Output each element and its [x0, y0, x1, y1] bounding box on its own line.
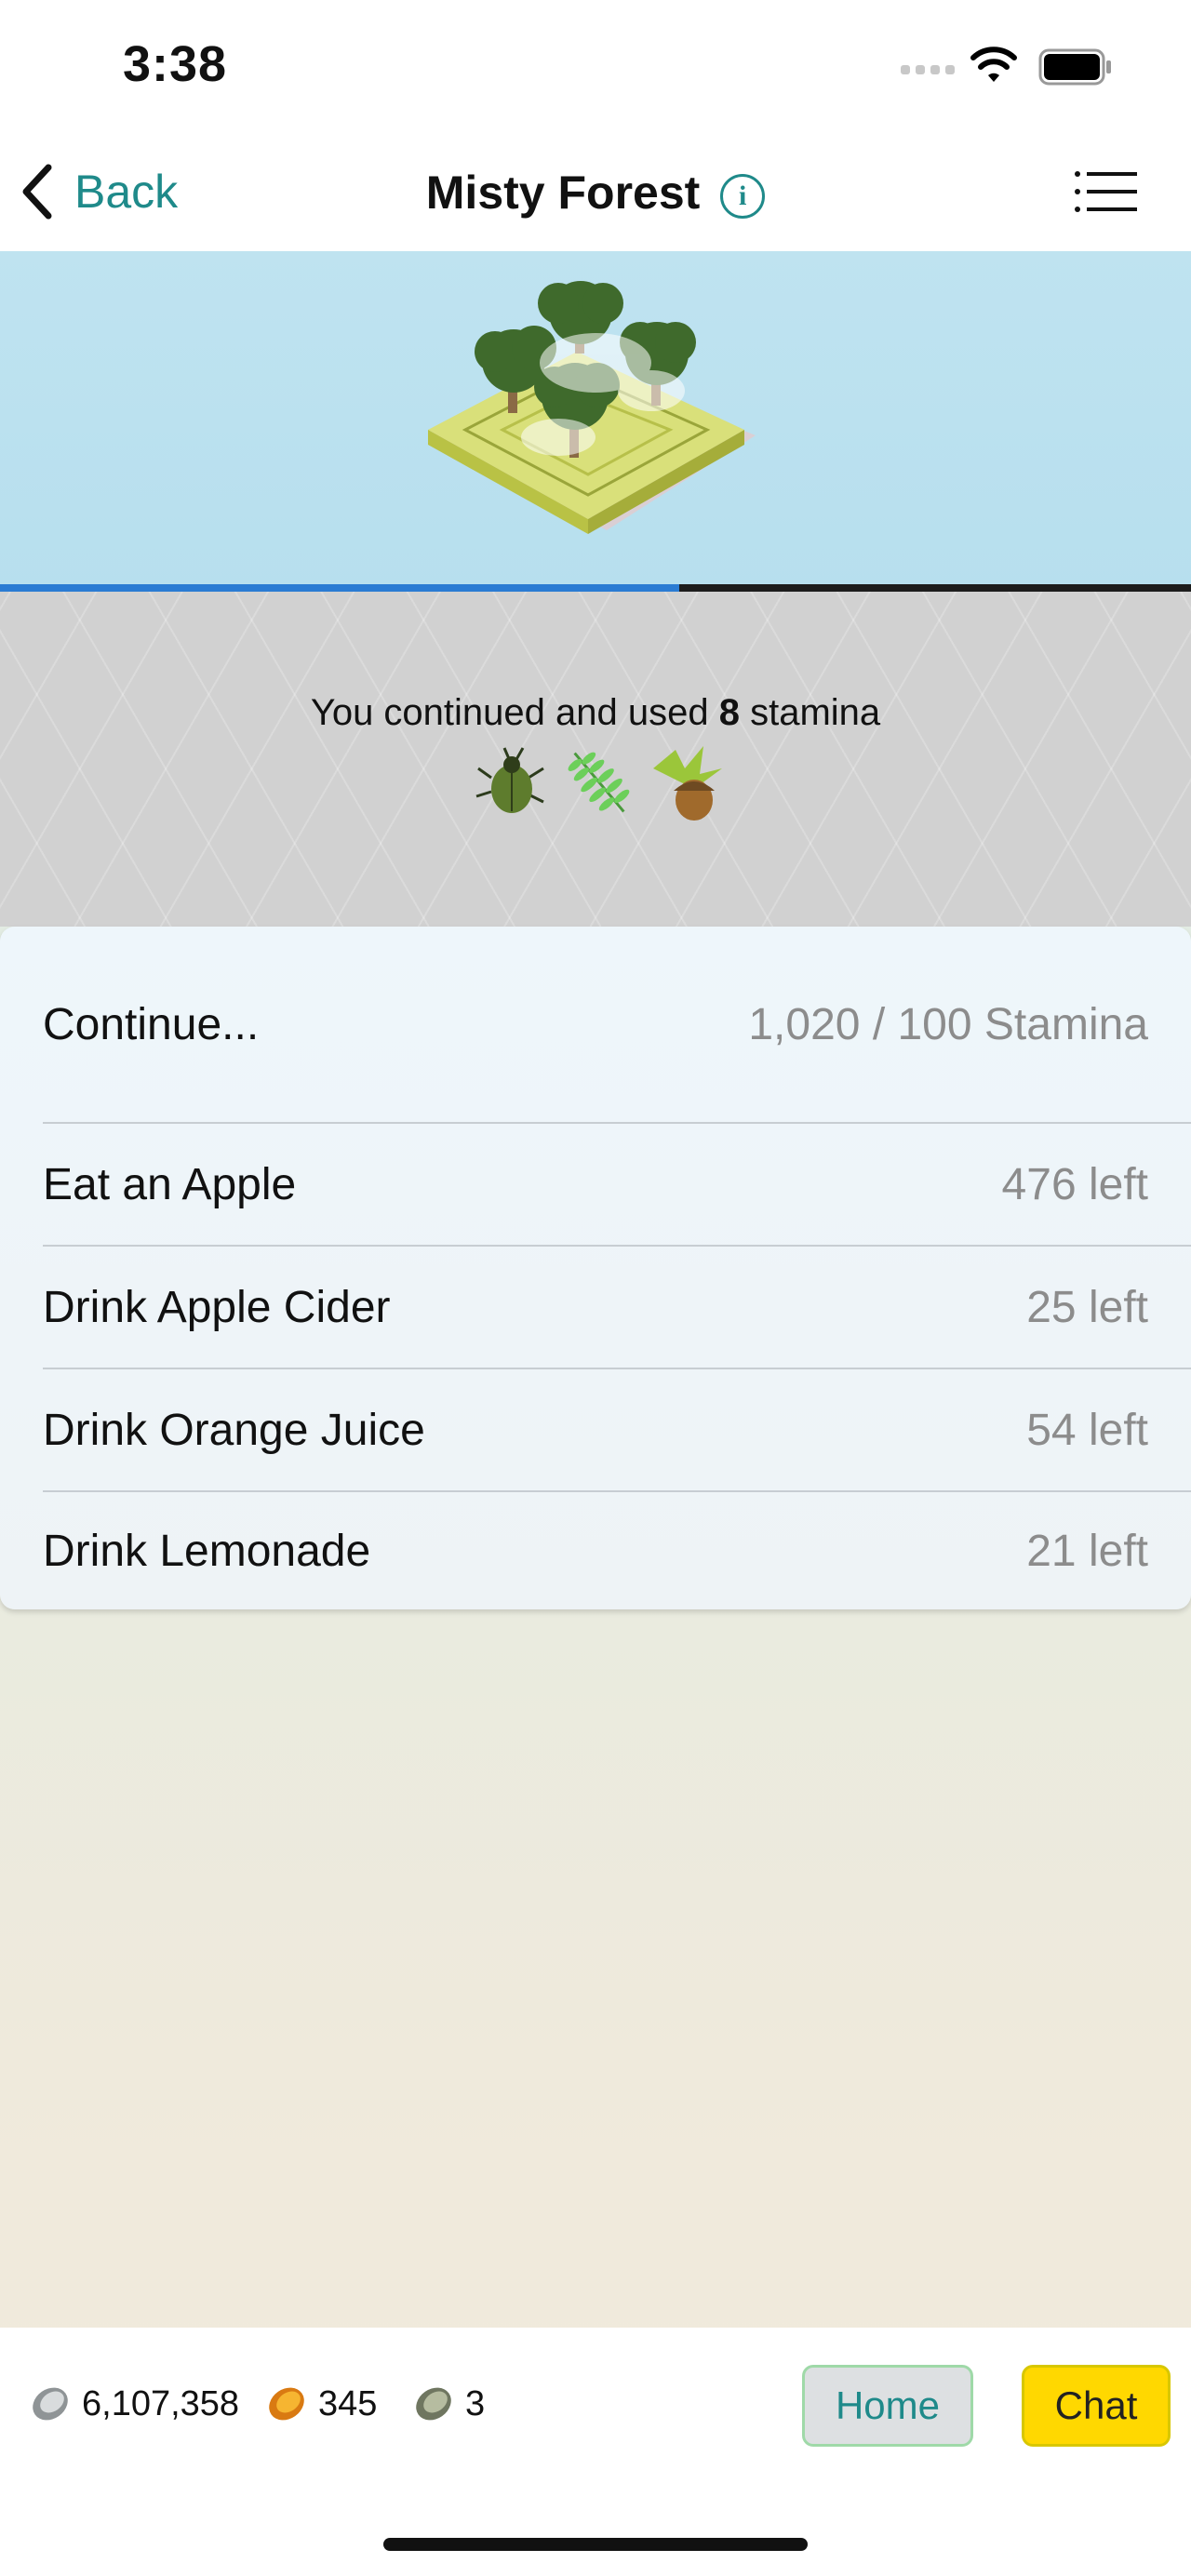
item-label: Drink Lemonade	[43, 1526, 371, 1576]
home-button[interactable]: Home	[802, 2365, 973, 2447]
home-indicator	[383, 2538, 808, 2551]
item-label: Drink Apple Cider	[43, 1282, 391, 1332]
result-banner: You continued and used 8 stamina	[0, 592, 1191, 927]
exploration-progress-fill	[0, 584, 679, 592]
list-item[interactable]: Eat an Apple 476 left	[43, 1124, 1191, 1247]
currency-gold: 345	[266, 2383, 377, 2424]
chat-button[interactable]: Chat	[1022, 2365, 1171, 2447]
status-bar: 3:38	[0, 0, 1191, 130]
item-label: Drink Orange Juice	[43, 1405, 425, 1455]
silver-value: 6,107,358	[82, 2383, 240, 2423]
continue-row[interactable]: Continue... 1,020 / 100 Stamina	[43, 927, 1191, 1124]
silver-coin-icon	[33, 2387, 68, 2421]
item-count: 21 left	[1026, 1526, 1148, 1576]
item-count: 54 left	[1026, 1405, 1148, 1455]
cellular-signal-icon	[901, 65, 955, 74]
jade-value: 3	[465, 2383, 486, 2423]
item-count: 25 left	[1026, 1282, 1148, 1332]
info-icon[interactable]: i	[720, 174, 766, 219]
jade-coin-icon	[416, 2387, 451, 2421]
fern-leaf-icon	[568, 752, 630, 813]
nav-bar: Back Misty Forest i	[0, 130, 1191, 251]
action-panel: Continue... 1,020 / 100 Stamina Eat an A…	[0, 927, 1191, 1609]
location-hero	[0, 251, 1191, 590]
result-prefix: You continued and used	[310, 692, 709, 733]
stamina-value: 1,020 / 100 Stamina	[748, 999, 1148, 1049]
item-label: Eat an Apple	[43, 1159, 297, 1209]
battery-icon	[1038, 48, 1111, 86]
page-title-text: Misty Forest	[425, 167, 701, 219]
currency-silver: 6,107,358	[30, 2383, 239, 2424]
continue-label: Continue...	[43, 999, 260, 1049]
result-suffix: stamina	[750, 692, 881, 733]
stamina-used: 8	[718, 692, 740, 733]
result-message: You continued and used 8 stamina	[0, 692, 1191, 734]
loot-icons	[473, 741, 726, 824]
list-item[interactable]: Drink Orange Juice 54 left	[43, 1369, 1191, 1492]
gold-coin-icon	[269, 2387, 304, 2421]
beetle-icon	[475, 747, 544, 813]
list-item[interactable]: Drink Apple Cider 25 left	[43, 1247, 1191, 1369]
list-menu-icon[interactable]	[1074, 169, 1137, 214]
forest-tile-illustration	[428, 281, 756, 534]
acorn-icon	[653, 746, 722, 821]
currency-jade: 3	[413, 2383, 485, 2424]
item-count: 476 left	[1001, 1159, 1148, 1209]
list-item[interactable]: Drink Lemonade 21 left	[43, 1492, 1191, 1609]
status-time: 3:38	[123, 36, 228, 92]
exploration-progress-bar	[0, 584, 1191, 592]
page-title: Misty Forest i	[0, 166, 1191, 220]
gold-value: 345	[318, 2383, 378, 2423]
wifi-icon	[970, 47, 1017, 82]
